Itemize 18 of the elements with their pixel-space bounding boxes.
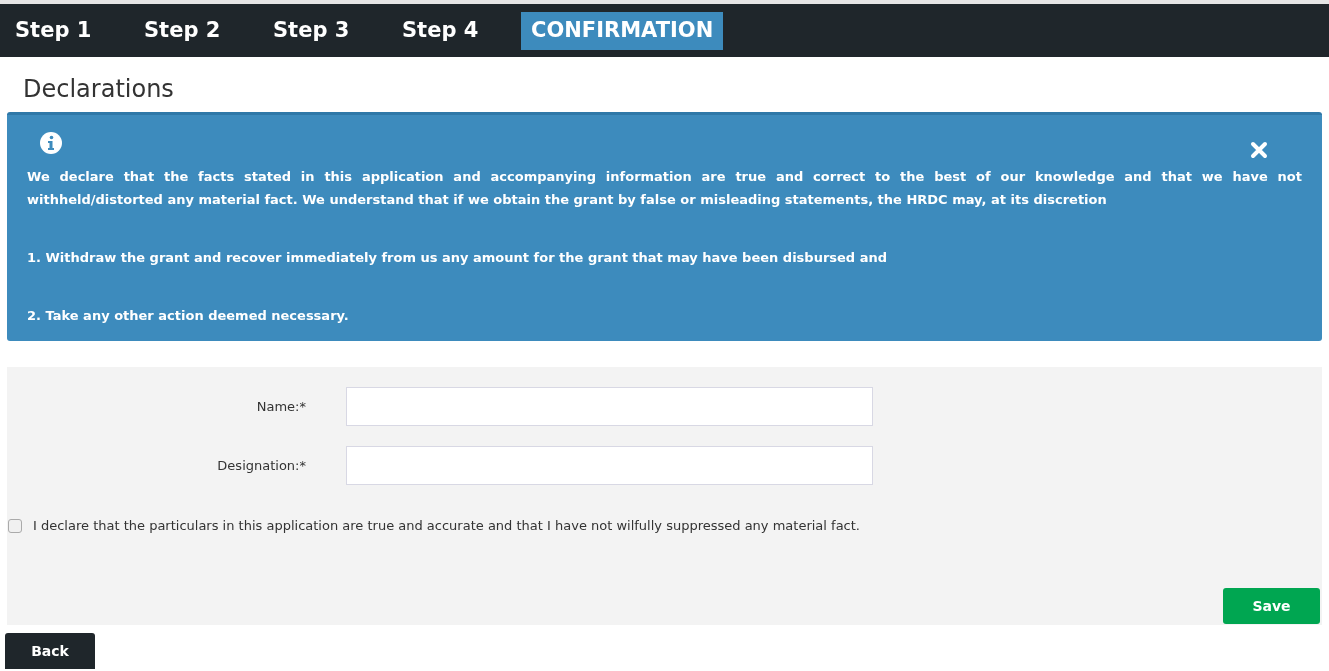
field-label: Name:* <box>255 397 306 416</box>
step-tab[interactable]: Step 4 <box>392 11 512 50</box>
close-icon[interactable] <box>1250 141 1268 159</box>
text-field[interactable] <box>346 446 873 485</box>
step-tab[interactable]: CONFIRMATION <box>521 11 724 50</box>
step-tab[interactable]: Step 3 <box>263 11 383 50</box>
field-label: Designation:* <box>216 456 306 475</box>
back-button[interactable]: Back <box>5 633 95 669</box>
checkbox[interactable] <box>8 518 22 533</box>
page-heading: Declarations <box>23 74 174 104</box>
text-field[interactable] <box>346 387 873 426</box>
alert-text: 2. Take any other action deemed necessary. <box>27 307 350 325</box>
step-tab[interactable]: Step 1 <box>5 11 125 50</box>
alert-text: 1. Withdraw the grant and recover immediately from us any amount for the grant that may have been disbursed and <box>27 249 889 267</box>
info-icon <box>39 131 63 155</box>
declaration-label: I declare that the particulars in this application are true and accurate and that I have not wilfully suppressed any material fact. <box>33 517 860 535</box>
step-tab[interactable]: Step 2 <box>134 11 254 50</box>
alert-text: We declare that the facts stated in this application and accompanying information are true and correct to the best of our knowledge and that we have not withheld/distorted any material fact. We understand that if we obtain the grant by false or misleading statements, the HRDC may, at its discretion <box>27 168 1302 209</box>
